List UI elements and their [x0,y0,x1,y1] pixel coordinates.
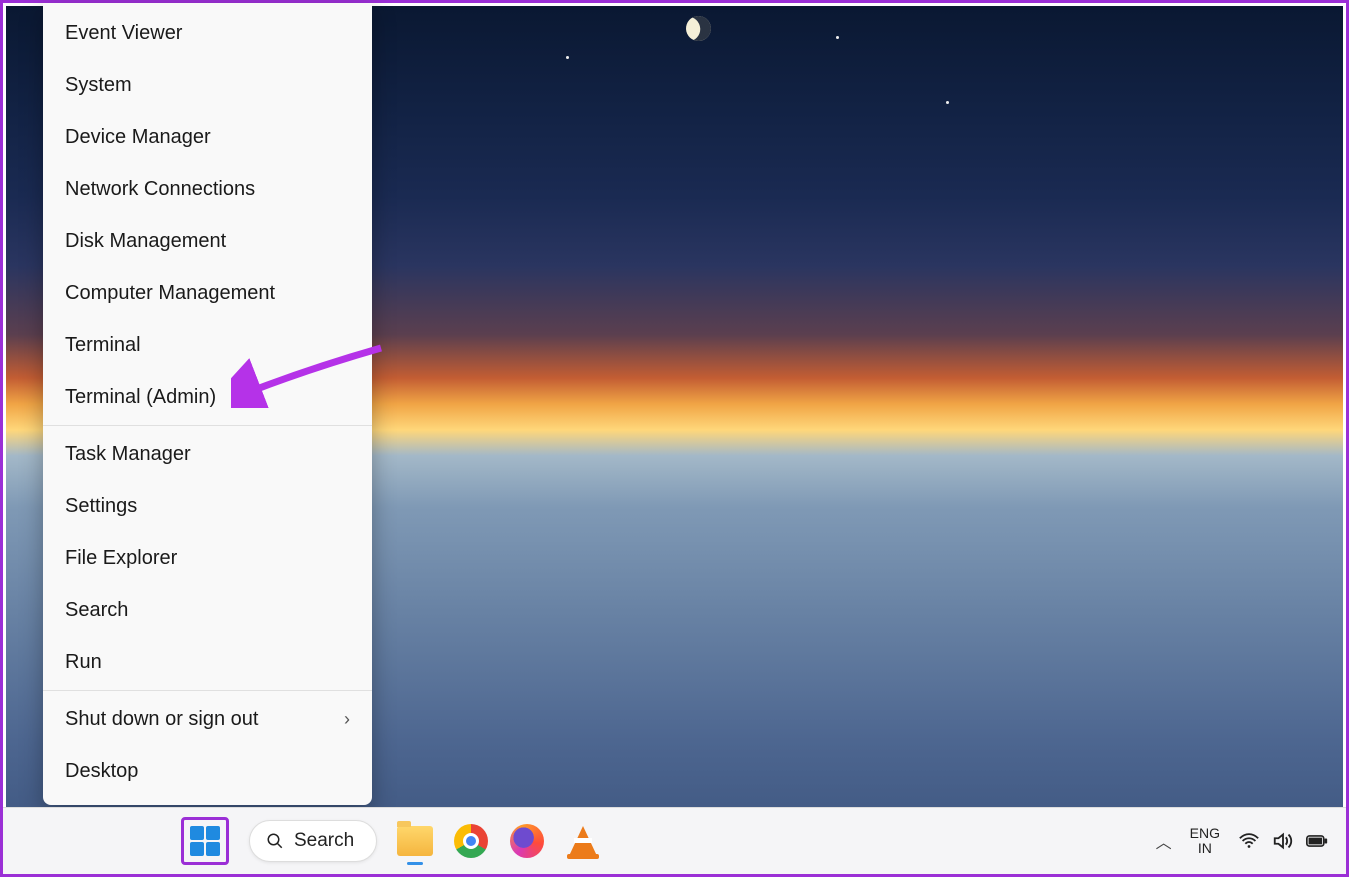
firefox-icon [510,824,544,858]
menu-item-label: Settings [65,495,137,518]
menu-item-label: File Explorer [65,547,177,570]
search-label: Search [294,830,354,852]
menu-item-terminal-admin[interactable]: Terminal (Admin) [43,371,372,423]
menu-item-network-connections[interactable]: Network Connections [43,163,372,215]
winx-context-menu: Event Viewer System Device Manager Netwo… [43,3,372,805]
active-indicator [407,862,423,865]
taskbar: Search ︿ ENG IN [3,807,1346,874]
menu-item-event-viewer[interactable]: Event Viewer [43,7,372,59]
menu-item-computer-management[interactable]: Computer Management [43,267,372,319]
taskbar-search-button[interactable]: Search [249,820,377,862]
menu-item-search[interactable]: Search [43,584,372,636]
menu-item-desktop[interactable]: Desktop [43,745,372,797]
menu-item-label: Task Manager [65,443,191,466]
menu-item-label: Terminal (Admin) [65,386,216,409]
menu-item-label: Computer Management [65,282,275,305]
chrome-icon [454,824,488,858]
menu-item-label: Terminal [65,334,141,357]
folder-icon [397,826,433,856]
menu-item-label: Network Connections [65,178,255,201]
language-region: IN [1198,841,1212,856]
search-icon [266,832,284,850]
menu-item-task-manager[interactable]: Task Manager [43,428,372,480]
taskbar-vlc[interactable] [565,823,601,859]
menu-separator [43,425,372,426]
language-code: ENG [1190,826,1220,841]
menu-item-shutdown-signout[interactable]: Shut down or sign out › [43,693,372,745]
menu-item-file-explorer[interactable]: File Explorer [43,532,372,584]
moon-graphic [682,12,715,45]
menu-separator [43,690,372,691]
windows-logo-icon [190,826,220,856]
menu-item-run[interactable]: Run [43,636,372,688]
menu-item-label: Search [65,599,128,622]
taskbar-chrome[interactable] [453,823,489,859]
battery-icon [1306,830,1328,852]
menu-item-label: System [65,74,132,97]
menu-item-label: Run [65,651,102,674]
menu-item-terminal[interactable]: Terminal [43,319,372,371]
menu-item-settings[interactable]: Settings [43,480,372,532]
menu-item-system[interactable]: System [43,59,372,111]
system-tray[interactable] [1238,830,1328,852]
tray-overflow-button[interactable]: ︿ [1156,829,1172,853]
star-graphic [946,101,949,104]
start-button[interactable] [181,817,229,865]
star-graphic [566,56,569,59]
wifi-icon [1238,830,1260,852]
taskbar-firefox[interactable] [509,823,545,859]
vlc-icon [569,826,597,856]
language-indicator[interactable]: ENG IN [1190,826,1220,856]
menu-item-label: Device Manager [65,126,211,149]
volume-icon [1272,830,1294,852]
menu-item-device-manager[interactable]: Device Manager [43,111,372,163]
menu-item-disk-management[interactable]: Disk Management [43,215,372,267]
chevron-right-icon: › [344,709,350,730]
taskbar-file-explorer[interactable] [397,823,433,859]
menu-item-label: Shut down or sign out [65,708,258,731]
menu-item-label: Disk Management [65,230,226,253]
menu-item-label: Desktop [65,760,138,783]
star-graphic [836,36,839,39]
menu-item-label: Event Viewer [65,22,182,45]
